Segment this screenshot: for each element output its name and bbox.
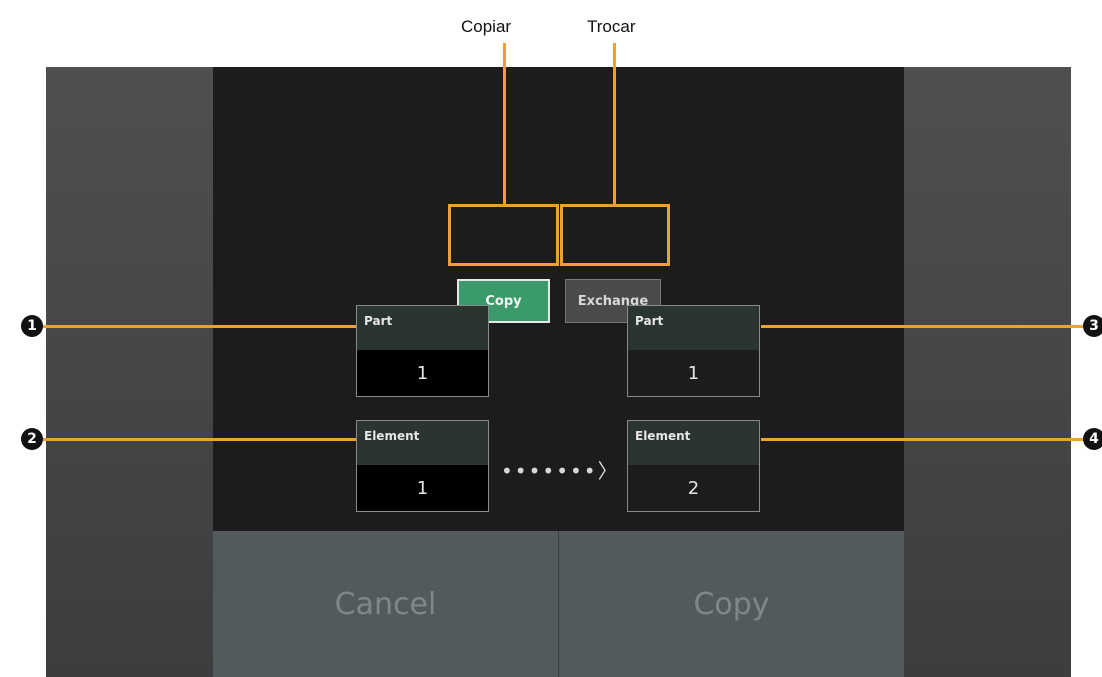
copy-element-screen: Copy Exchange Part 1 Element 1 •••••••〉 … xyxy=(46,67,1071,677)
source-part-field[interactable]: Part 1 xyxy=(356,305,489,397)
marker-2-leader-line xyxy=(40,438,356,441)
source-element-value: 1 xyxy=(357,465,488,511)
marker-3: 3 xyxy=(1083,315,1102,337)
marker-1: 1 xyxy=(21,315,43,337)
copy-button[interactable]: Copy xyxy=(559,531,904,677)
copiar-leader-line xyxy=(503,43,506,205)
marker-1-leader-line xyxy=(40,325,356,328)
source-element-field[interactable]: Element 1 xyxy=(356,420,489,512)
destination-part-label: Part xyxy=(628,306,759,350)
trocar-leader-line xyxy=(613,43,616,205)
copy-direction-arrow: •••••••〉 xyxy=(501,459,620,483)
source-part-value: 1 xyxy=(357,350,488,396)
copy-highlight-box xyxy=(448,204,559,266)
callout-trocar-label: Trocar xyxy=(587,17,636,36)
right-side-panel xyxy=(904,67,1071,677)
destination-element-field[interactable]: Element 2 xyxy=(627,420,760,512)
destination-element-value: 2 xyxy=(687,477,700,499)
marker-3-leader-line xyxy=(761,325,1087,328)
marker-2: 2 xyxy=(21,428,43,450)
marker-4: 4 xyxy=(1083,428,1102,450)
cancel-button[interactable]: Cancel xyxy=(213,531,558,677)
destination-part-value: 1 xyxy=(687,362,700,384)
destination-part-field[interactable]: Part 1 xyxy=(627,305,760,397)
source-part-label: Part xyxy=(357,306,488,350)
exchange-highlight-box xyxy=(560,204,670,266)
callout-copiar-label: Copiar xyxy=(461,17,512,36)
source-element-label: Element xyxy=(357,421,488,465)
destination-element-label: Element xyxy=(628,421,759,465)
marker-4-leader-line xyxy=(761,438,1087,441)
left-side-panel xyxy=(46,67,213,677)
